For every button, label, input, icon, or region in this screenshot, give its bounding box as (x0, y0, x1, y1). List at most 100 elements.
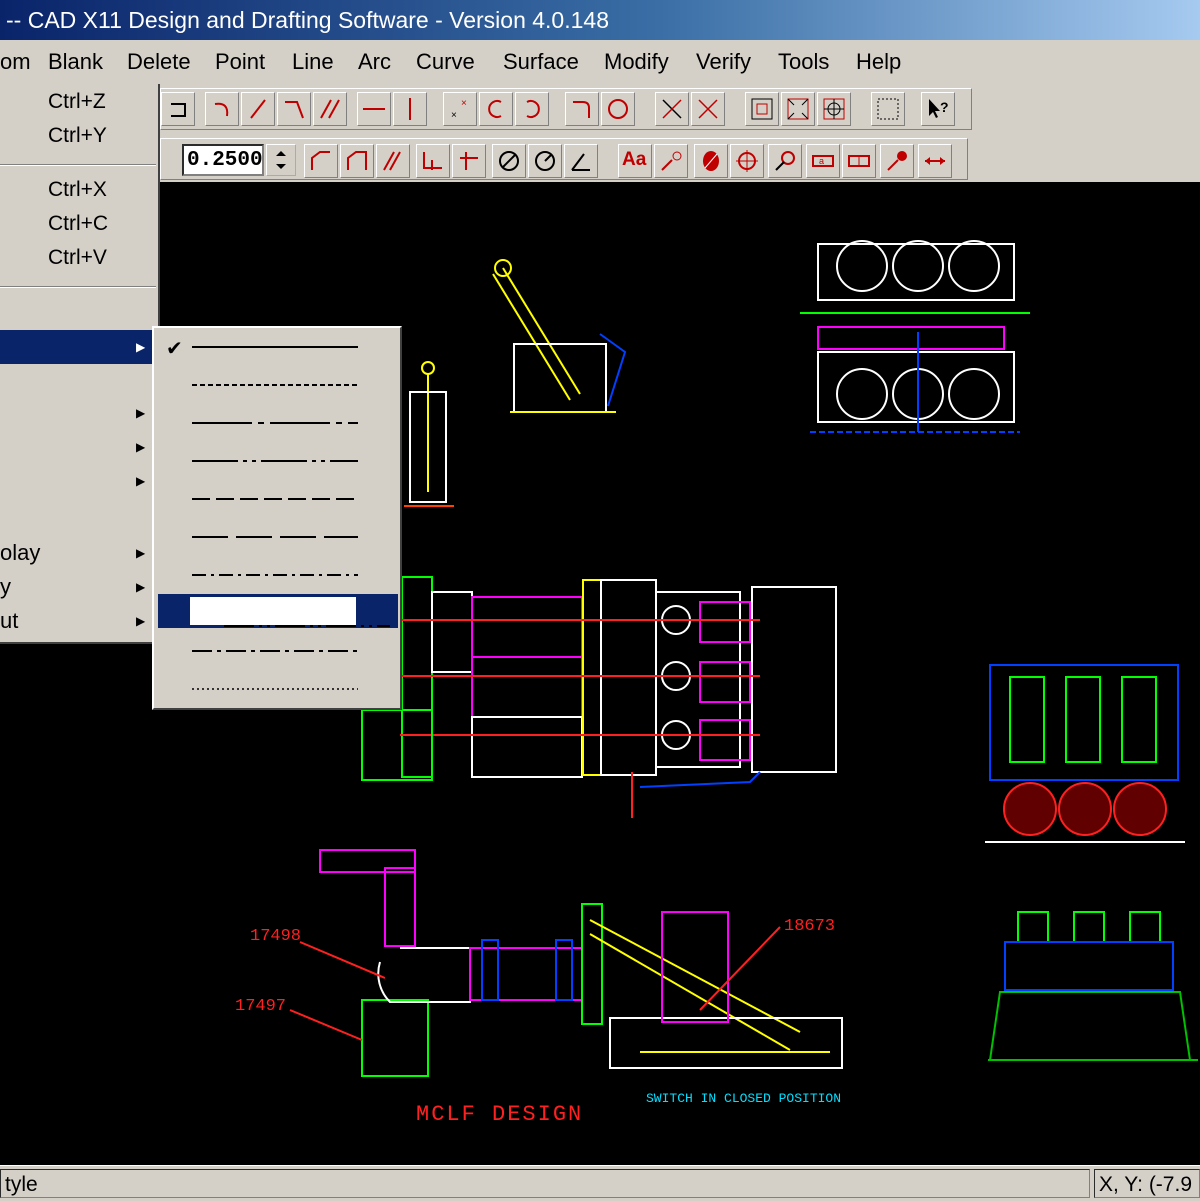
balloon-button[interactable] (768, 144, 802, 178)
tolerance-button[interactable] (842, 144, 876, 178)
spin-stepper[interactable] (266, 144, 296, 176)
chamfer-button[interactable] (304, 144, 338, 178)
shortcut-redo[interactable]: Ctrl+Y (48, 124, 107, 148)
menu-delete[interactable]: Delete (127, 40, 191, 84)
context-help-icon: ? (929, 99, 949, 118)
menu-help[interactable]: Help (856, 40, 901, 84)
menu-item-ut[interactable]: ut ▶ (0, 604, 156, 638)
circle-button[interactable] (601, 92, 635, 126)
menu-item-submenu-2[interactable]: ▶ (0, 430, 156, 464)
radius-button[interactable] (528, 144, 562, 178)
line-style-extra-long-dash[interactable] (158, 520, 398, 554)
leader-button[interactable] (654, 144, 688, 178)
menu-item-submenu-3[interactable]: ▶ (0, 464, 156, 498)
tangent-icon (423, 152, 442, 170)
center-mark-button[interactable] (730, 144, 764, 178)
weld-symbol-button[interactable] (880, 144, 914, 178)
zoom-center-icon (823, 98, 845, 120)
menu-separator (0, 164, 156, 166)
linkage-drawing (492, 259, 627, 413)
menu-tools[interactable]: Tools (778, 40, 829, 84)
shortcut-paste[interactable]: Ctrl+V (48, 246, 107, 270)
grid-button[interactable] (871, 92, 905, 126)
offset-icon (347, 151, 367, 170)
trim-button[interactable] (655, 92, 689, 126)
shortcut-copy[interactable]: Ctrl+C (48, 212, 108, 236)
redo-icon (171, 103, 186, 117)
center-mark-icon (736, 150, 758, 172)
line-style-dashed[interactable] (158, 368, 398, 402)
arc-ccw-button[interactable] (479, 92, 513, 126)
vertical-line-button[interactable] (393, 92, 427, 126)
edit-dropdown-menu: Ctrl+Z Ctrl+Y Ctrl+X Ctrl+C Ctrl+V ▶ ▶ ▶… (0, 84, 160, 644)
hatch-button[interactable] (376, 144, 410, 178)
menu-point[interactable]: Point (215, 40, 265, 84)
vertical-line-icon (409, 98, 411, 120)
line-style-dash-dot-dot[interactable] (158, 594, 398, 628)
tangent-button[interactable] (416, 144, 450, 178)
arc-icon (214, 102, 229, 117)
status-message: tyle (0, 1169, 1090, 1198)
line-style-phantom[interactable] (158, 444, 398, 478)
horizontal-line-button[interactable] (357, 92, 391, 126)
ref-label-17497: 17497 (235, 997, 286, 1016)
line-style-long-dash[interactable] (158, 482, 398, 516)
line-weight-input[interactable]: 0.2500 (182, 144, 264, 176)
linear-dim-button[interactable] (918, 144, 952, 178)
submenu-arrow-icon: ▶ (136, 406, 146, 420)
line-style-center[interactable] (158, 406, 398, 440)
menu-arc[interactable]: Arc (358, 40, 391, 84)
zoom-window-button[interactable] (745, 92, 779, 126)
menu-verify[interactable]: Verify (696, 40, 751, 84)
perpendicular-button[interactable] (452, 144, 486, 178)
line-style-dotted[interactable] (158, 672, 398, 706)
offset-button[interactable] (340, 144, 374, 178)
menu-line[interactable]: Line (292, 40, 334, 84)
angle-dim-button[interactable] (564, 144, 598, 178)
menu-surface[interactable]: Surface (503, 40, 579, 84)
menu-item-display[interactable]: olay ▶ (0, 536, 156, 570)
line-angle-icon (250, 99, 266, 119)
grid-icon (877, 98, 899, 120)
section-button[interactable] (694, 144, 728, 178)
line-angle-button[interactable] (241, 92, 275, 126)
menu-item-line-style[interactable]: ▶ (0, 330, 156, 364)
menu-curve[interactable]: Curve (416, 40, 475, 84)
menu-custom[interactable]: om (0, 40, 31, 84)
roller-stand (985, 664, 1185, 843)
line-sample (192, 384, 358, 386)
menu-item-y[interactable]: y ▶ (0, 570, 156, 604)
line-sample (192, 460, 358, 462)
shortcut-cut[interactable]: Ctrl+X (48, 178, 107, 202)
menu-modify[interactable]: Modify (604, 40, 669, 84)
fillet-button[interactable] (565, 92, 599, 126)
text-button[interactable]: Aa (618, 144, 652, 178)
line-sample (192, 574, 358, 576)
radius-icon (535, 151, 555, 171)
menu-blank[interactable]: Blank (48, 40, 103, 84)
zoom-center-button[interactable] (817, 92, 851, 126)
line-style-submenu: ✔ (152, 326, 402, 710)
line-style-dash-dot[interactable] (158, 558, 398, 592)
shortcut-undo[interactable]: Ctrl+Z (48, 90, 106, 114)
datum-button[interactable]: a (806, 144, 840, 178)
menu-item-submenu-1[interactable]: ▶ (0, 396, 156, 430)
arc-button[interactable] (205, 92, 239, 126)
arc-cw-icon (526, 100, 540, 118)
line-style-dash-dot-2[interactable] (158, 634, 398, 668)
context-help-button[interactable]: ? (921, 92, 955, 126)
redo-arc-button[interactable] (161, 92, 195, 126)
line-sample (192, 346, 358, 348)
extend-button[interactable] (691, 92, 725, 126)
perpendicular-icon (460, 152, 478, 170)
diameter-button[interactable] (492, 144, 526, 178)
zoom-extents-button[interactable] (781, 92, 815, 126)
point-button[interactable]: × × (443, 92, 477, 126)
line-style-solid[interactable]: ✔ (158, 330, 398, 364)
corner-line-button[interactable] (277, 92, 311, 126)
menu-bar: om Blank Delete Point Line Arc Curve Sur… (0, 40, 1200, 85)
submenu-arrow-icon: ▶ (136, 474, 146, 488)
arc-cw-button[interactable] (515, 92, 549, 126)
left-column-drawing (404, 361, 454, 507)
parallel-lines-button[interactable] (313, 92, 347, 126)
